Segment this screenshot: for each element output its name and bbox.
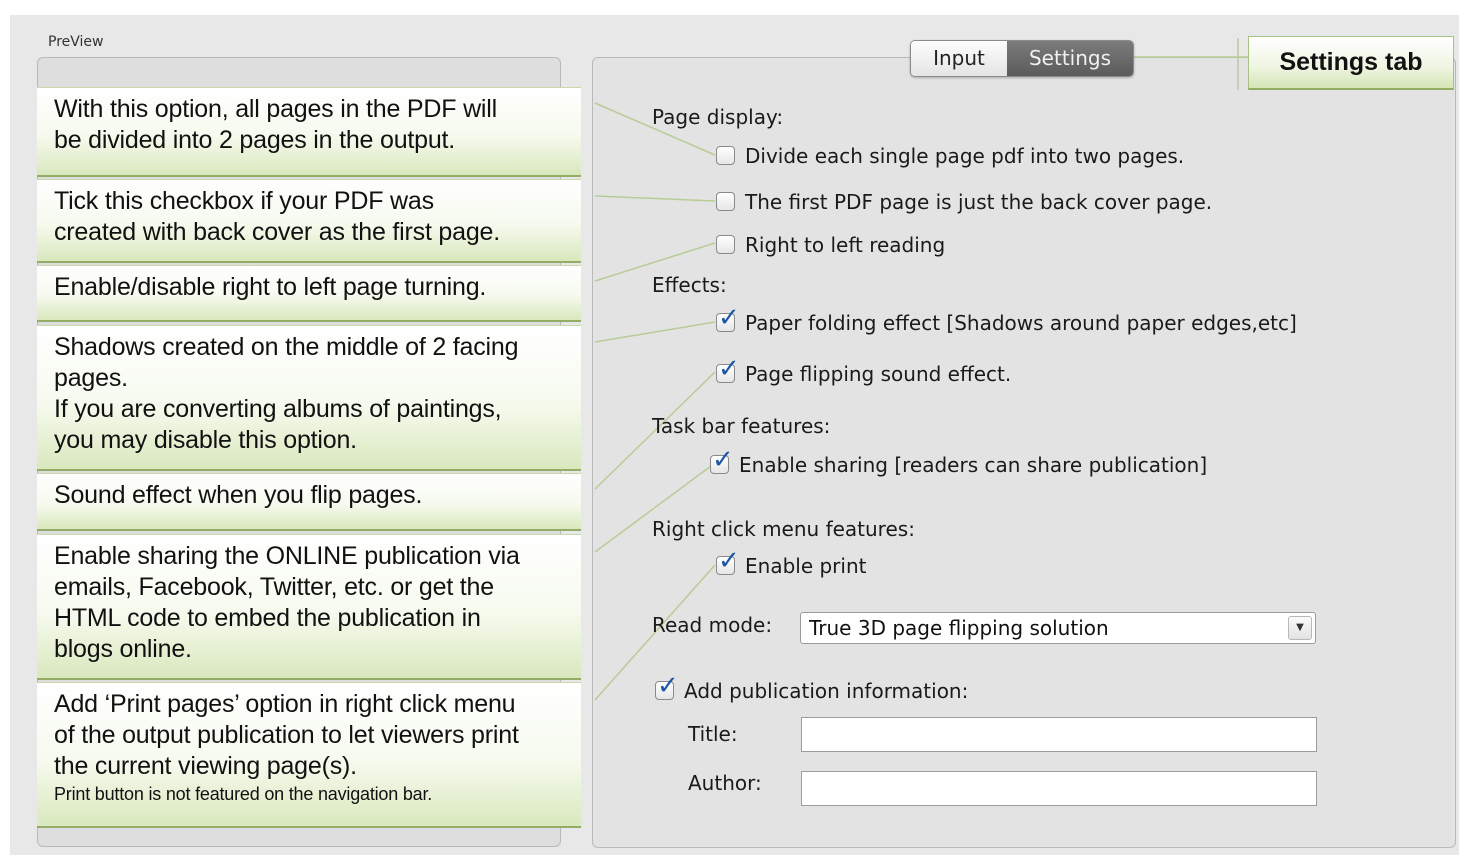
title-field[interactable] [801,717,1317,752]
paper-folding-checkbox[interactable]: ✓ [716,305,740,332]
connector-line [594,321,716,343]
tab-settings[interactable]: Settings [1007,41,1133,76]
add-pub-info-checkbox[interactable]: ✓ [655,673,679,700]
title-label: Title: [688,722,738,746]
read-mode-value: True 3D page flipping solution [809,616,1109,640]
page-display-label: Page display: [652,105,784,129]
flip-sound-label[interactable]: Page flipping sound effect. [745,362,1011,386]
author-field[interactable] [801,771,1317,806]
flip-sound-checkbox[interactable]: ✓ [716,356,740,383]
right-to-left-label[interactable]: Right to left reading [745,233,945,257]
checkmark-icon: ✓ [657,671,679,701]
right-to-left-checkbox[interactable] [716,235,735,254]
read-mode-select[interactable]: True 3D page flipping solution ▼ [800,612,1316,644]
enable-sharing-label[interactable]: Enable sharing [readers can share public… [739,453,1207,477]
paper-folding-label[interactable]: Paper folding effect [Shadows around pap… [745,311,1297,335]
back-cover-checkbox[interactable] [716,192,735,211]
tab-bar: Input Settings [910,40,1134,77]
enable-sharing-checkbox[interactable]: ✓ [710,447,734,474]
taskbar-features-label: Task bar features: [652,414,831,438]
checkmark-icon: ✓ [718,354,740,384]
connector-line [594,195,716,202]
enable-print-checkbox[interactable]: ✓ [716,548,740,575]
settings-tab-callout: Settings tab [1248,36,1454,90]
back-cover-label[interactable]: The first PDF page is just the back cove… [745,190,1212,214]
right-click-features-label: Right click menu features: [652,517,915,541]
divide-pages-checkbox[interactable] [716,146,735,165]
tab-input[interactable]: Input [911,41,1007,76]
effects-label: Effects: [652,273,727,297]
checkmark-icon: ✓ [718,303,740,333]
divide-pages-label[interactable]: Divide each single page pdf into two pag… [745,144,1184,168]
enable-print-label[interactable]: Enable print [745,554,866,578]
checkmark-icon: ✓ [712,445,734,475]
read-mode-label: Read mode: [652,613,773,637]
chevron-down-icon[interactable]: ▼ [1288,616,1312,640]
author-label: Author: [688,771,762,795]
add-pub-info-label[interactable]: Add publication information: [684,679,968,703]
checkmark-icon: ✓ [718,546,740,576]
